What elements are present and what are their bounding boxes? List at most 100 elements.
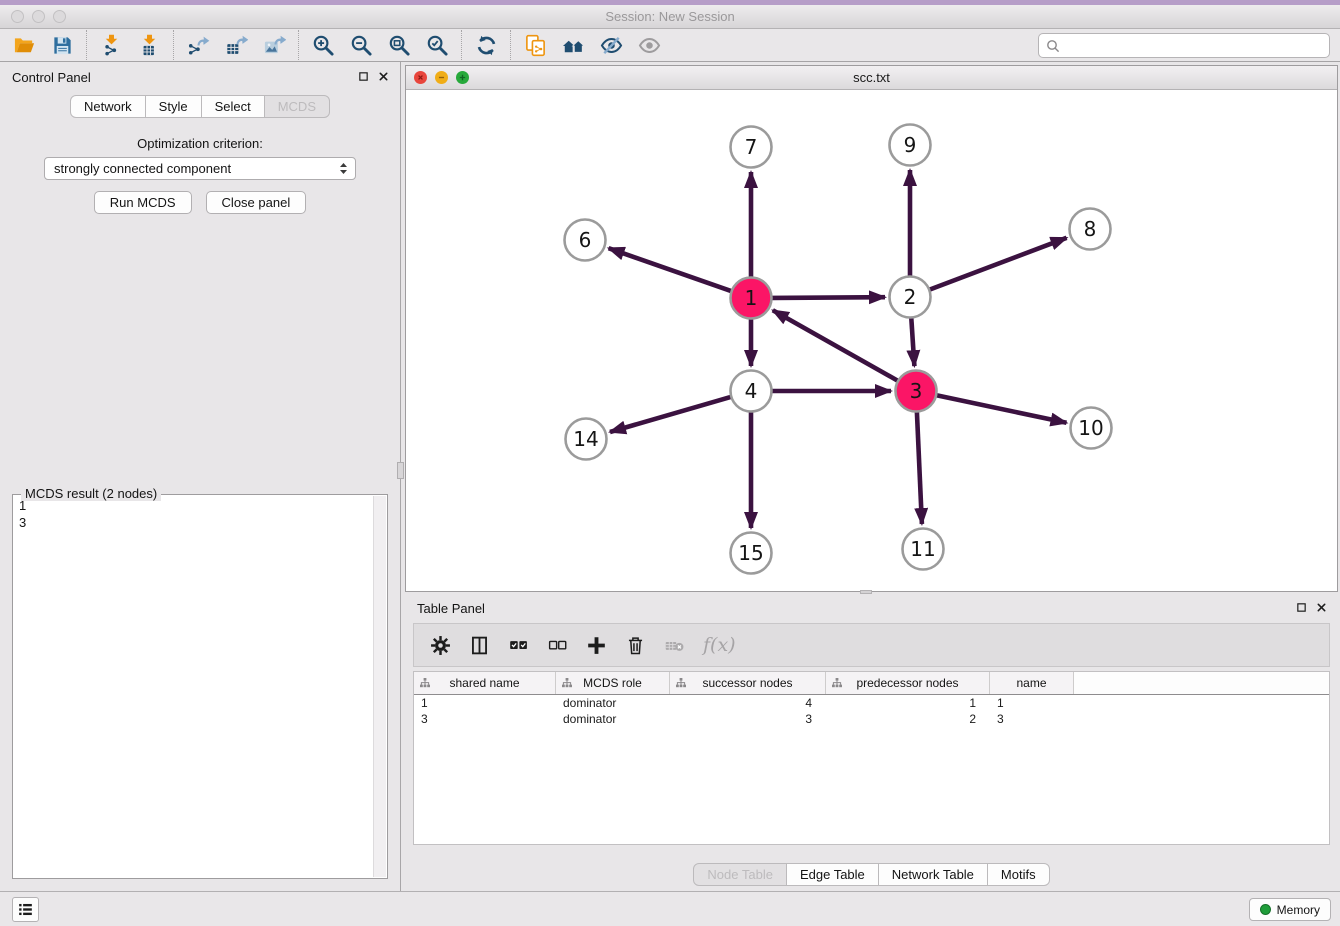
import-network-button[interactable] (97, 31, 125, 59)
deselect-all-button[interactable] (545, 633, 569, 657)
node-9[interactable]: 9 (890, 125, 931, 166)
export-table-button[interactable] (222, 31, 250, 59)
zoom-in-button[interactable] (309, 31, 337, 59)
panel-splitter-handle[interactable] (397, 462, 404, 479)
tab-select[interactable]: Select (201, 95, 265, 118)
edge-1-2[interactable] (772, 297, 885, 298)
node-15[interactable]: 15 (731, 533, 772, 574)
task-history-icon[interactable] (12, 897, 39, 922)
add-column-button[interactable] (584, 633, 608, 657)
edge-3-10[interactable] (937, 395, 1067, 423)
mcds-result-text[interactable]: 13 (13, 497, 373, 878)
node-11[interactable]: 11 (903, 529, 944, 570)
cell-MCDS-role[interactable]: dominator (556, 712, 670, 726)
tab-style[interactable]: Style (145, 95, 202, 118)
cell-shared-name[interactable]: 1 (414, 696, 556, 710)
search-input[interactable] (1065, 35, 1329, 56)
node-4[interactable]: 4 (731, 371, 772, 412)
node-6[interactable]: 6 (565, 220, 606, 261)
open-file-icon (13, 34, 36, 57)
column-header-name[interactable]: name (990, 672, 1074, 694)
close-table-panel-icon[interactable] (1315, 601, 1328, 614)
column-header-successor-nodes[interactable]: successor nodes (670, 672, 826, 694)
refresh-button[interactable] (472, 31, 500, 59)
optimization-criterion-select[interactable]: strongly connected component (44, 157, 356, 180)
export-network-button[interactable] (184, 31, 212, 59)
edge-1-6[interactable] (609, 248, 732, 291)
table-row[interactable]: 3dominator323 (414, 711, 1329, 727)
result-scrollbar[interactable] (373, 496, 386, 877)
export-image-icon (263, 34, 286, 57)
edge-2-3[interactable] (911, 318, 914, 366)
cell-name[interactable]: 3 (990, 712, 1074, 726)
run-mcds-button[interactable]: Run MCDS (94, 191, 192, 214)
horizontal-splitter-handle[interactable] (860, 590, 872, 594)
tab-node-table[interactable]: Node Table (693, 863, 787, 886)
columns-button[interactable] (467, 633, 491, 657)
node-label: 15 (738, 541, 763, 565)
zoom-fit-icon (388, 34, 411, 57)
zoom-in-icon (312, 34, 335, 57)
cell-predecessor-nodes[interactable]: 1 (826, 696, 990, 710)
zoom-out-button[interactable] (347, 31, 375, 59)
import-table-button[interactable] (135, 31, 163, 59)
gear-button[interactable] (428, 633, 452, 657)
node-2[interactable]: 2 (890, 277, 931, 318)
search-field[interactable] (1038, 33, 1330, 58)
node-7[interactable]: 7 (731, 127, 772, 168)
delete-button[interactable] (623, 633, 647, 657)
save-session-button[interactable] (48, 31, 76, 59)
open-file-button[interactable] (10, 31, 38, 59)
column-header-shared-name[interactable]: shared name (414, 672, 556, 694)
column-header-predecessor-nodes[interactable]: predecessor nodes (826, 672, 990, 694)
mcds-result-line: 1 (13, 497, 373, 514)
node-10[interactable]: 10 (1071, 408, 1112, 449)
show-networks-button[interactable] (559, 31, 587, 59)
memory-button[interactable]: Memory (1249, 898, 1331, 921)
tab-network[interactable]: Network (70, 95, 146, 118)
node-14[interactable]: 14 (566, 419, 607, 460)
table-row[interactable]: 1dominator411 (414, 695, 1329, 711)
zoom-fit-button[interactable] (385, 31, 413, 59)
cell-successor-nodes[interactable]: 4 (670, 696, 826, 710)
column-header-MCDS-role[interactable]: MCDS role (556, 672, 670, 694)
cell-MCDS-role[interactable]: dominator (556, 696, 670, 710)
edge-2-8[interactable] (930, 238, 1067, 290)
table-delete-button (662, 633, 686, 657)
float-table-panel-icon[interactable] (1295, 601, 1308, 614)
hide-graphics-button[interactable] (597, 31, 625, 59)
mcds-result-line: 3 (13, 514, 373, 531)
tab-motifs[interactable]: Motifs (987, 863, 1050, 886)
zoom-selected-button[interactable] (423, 31, 451, 59)
node-8[interactable]: 8 (1070, 209, 1111, 250)
node-label: 6 (579, 228, 592, 252)
select-all-button[interactable] (506, 633, 530, 657)
close-panel-icon[interactable] (377, 70, 390, 83)
clone-network-button[interactable] (521, 31, 549, 59)
tab-network-table[interactable]: Network Table (878, 863, 988, 886)
tab-edge-table[interactable]: Edge Table (786, 863, 879, 886)
network-window-titlebar: scc.txt (406, 66, 1337, 90)
cell-successor-nodes[interactable]: 3 (670, 712, 826, 726)
cell-predecessor-nodes[interactable]: 2 (826, 712, 990, 726)
cell-name[interactable]: 1 (990, 696, 1074, 710)
close-panel-button[interactable]: Close panel (206, 191, 307, 214)
node-1[interactable]: 1 (731, 278, 772, 319)
cell-shared-name[interactable]: 3 (414, 712, 556, 726)
columns-icon (469, 635, 490, 656)
node-3[interactable]: 3 (896, 371, 937, 412)
zoom-selected-icon (426, 34, 449, 57)
table-delete-icon (664, 635, 685, 656)
table-header-row: shared nameMCDS rolesuccessor nodesprede… (414, 672, 1329, 695)
tab-mcds[interactable]: MCDS (264, 95, 330, 118)
node-label: 1 (745, 286, 758, 310)
edge-4-14[interactable] (610, 397, 731, 432)
network-canvas[interactable]: 7 9 6 8 1 2 4 3 14 10 15 11 (406, 89, 1337, 591)
export-image-button[interactable] (260, 31, 288, 59)
toolbar-separator (86, 30, 87, 60)
edge-3-1[interactable] (773, 310, 898, 380)
control-panel-tabbar: NetworkStyleSelectMCDS (0, 95, 400, 118)
show-graphics-button (635, 31, 663, 59)
edge-3-11[interactable] (917, 412, 922, 524)
float-panel-icon[interactable] (357, 70, 370, 83)
